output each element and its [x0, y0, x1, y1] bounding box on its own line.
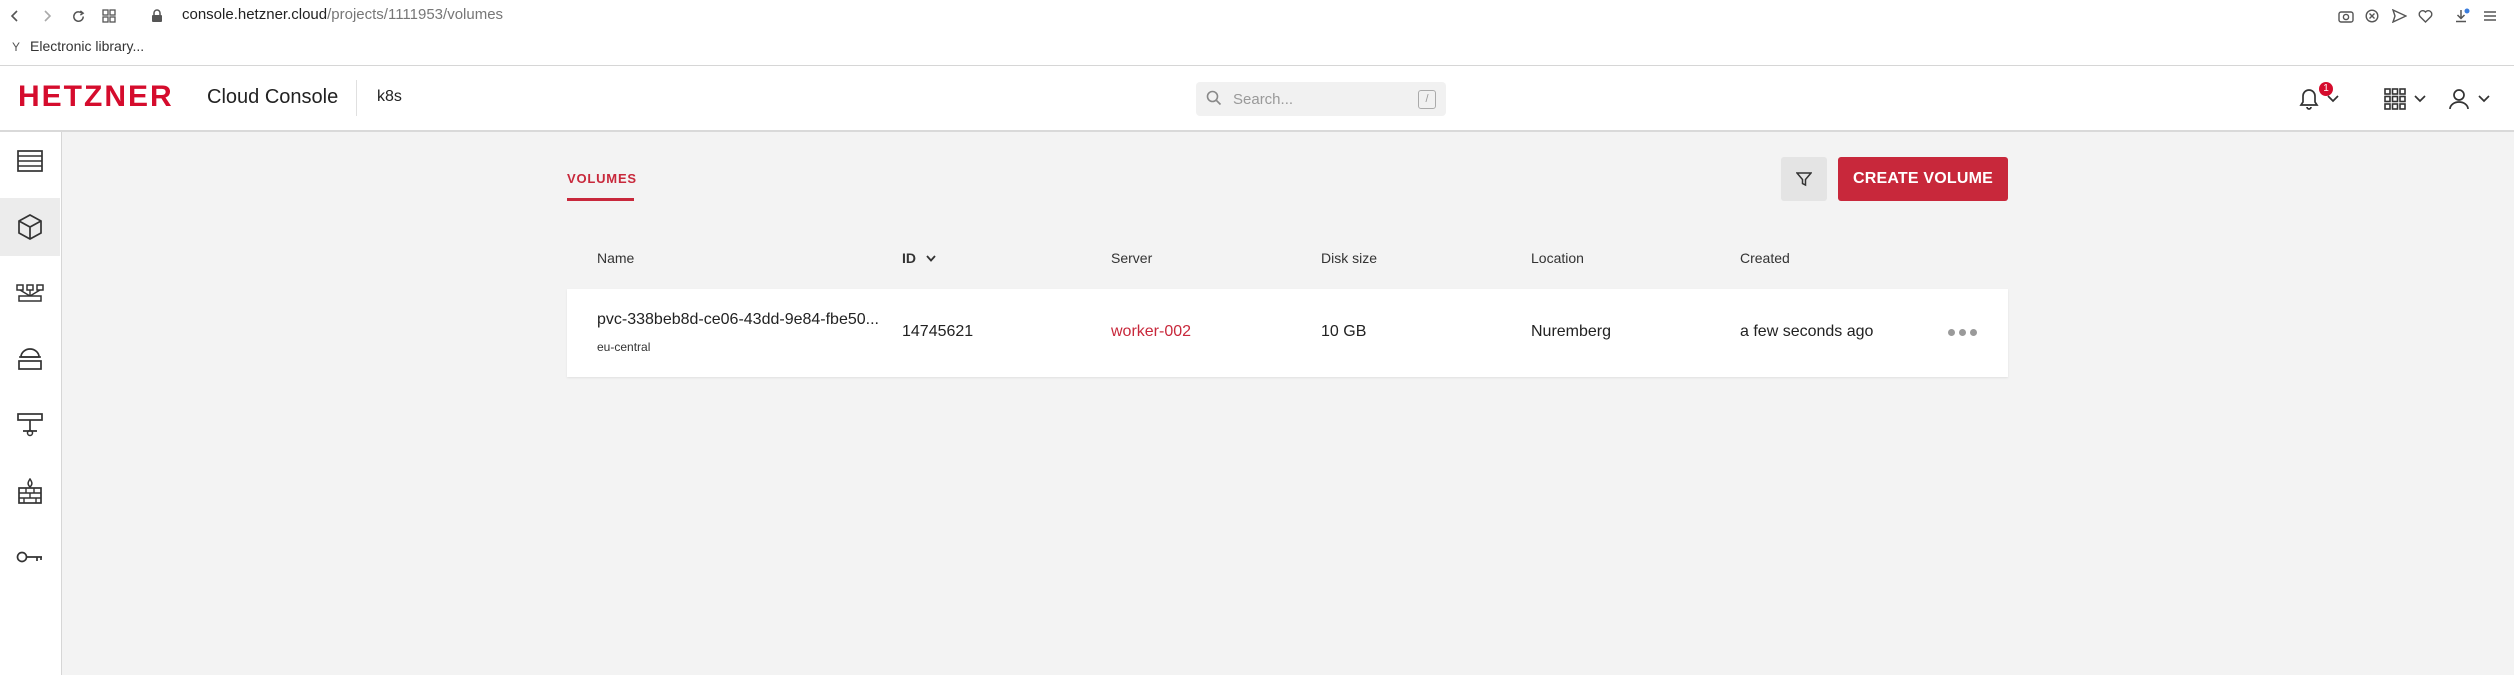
sidebar-item-security[interactable]	[0, 528, 60, 586]
app-header: HETZNER Cloud Console k8s Search... / 1	[0, 66, 2514, 132]
floating-ip-icon	[18, 348, 42, 370]
more-dot-icon	[1948, 329, 1955, 336]
search-shortcut: /	[1418, 90, 1436, 109]
browser-toolbar: console.hetzner.cloud/projects/1111953/v…	[0, 0, 2514, 66]
filter-icon	[1796, 172, 1812, 187]
chevron-down-icon	[2478, 95, 2490, 103]
servers-icon	[17, 150, 43, 172]
more-dot-icon	[1970, 329, 1977, 336]
more-dot-icon	[1959, 329, 1966, 336]
forward-button[interactable]	[36, 5, 58, 27]
volume-disk-size: 10 GB	[1321, 323, 1367, 340]
send-icon[interactable]	[2388, 5, 2410, 27]
column-header-server[interactable]: Server	[1111, 250, 1152, 266]
column-header-id[interactable]: ID	[902, 250, 936, 266]
column-header-location[interactable]: Location	[1531, 250, 1584, 266]
header-divider	[356, 80, 357, 116]
url-host: console.hetzner.cloud	[182, 6, 328, 23]
volume-name[interactable]: pvc-338beb8d-ce06-43dd-9e84-fbe50...	[597, 311, 879, 329]
sidebar-item-firewalls[interactable]	[0, 462, 60, 520]
volume-region: eu-central	[597, 340, 651, 354]
grid-icon	[102, 9, 116, 23]
column-header-id-label: ID	[902, 250, 916, 266]
chevron-down-icon	[2327, 95, 2339, 103]
column-header-disk-size[interactable]: Disk size	[1321, 250, 1377, 266]
volume-created: a few seconds ago	[1740, 323, 1874, 340]
notification-badge: 1	[2319, 82, 2333, 96]
sidebar-item-load-balancers[interactable]	[0, 264, 60, 322]
sidebar-item-floating-ips[interactable]	[0, 330, 60, 388]
volume-id: 14745621	[902, 323, 974, 340]
forward-arrow-icon	[44, 10, 52, 22]
search-input[interactable]: Search... /	[1196, 82, 1446, 116]
sidebar-item-servers[interactable]	[0, 132, 60, 190]
camera-icon[interactable]	[2335, 5, 2357, 27]
volume-server-link[interactable]: worker-002	[1111, 323, 1191, 341]
bookmark-favicon-icon: Y	[12, 40, 21, 54]
apps-button[interactable]	[2384, 84, 2426, 114]
project-name[interactable]: k8s	[377, 88, 402, 106]
firewall-icon	[18, 478, 42, 504]
user-icon	[2449, 89, 2469, 110]
row-actions-button[interactable]	[1948, 329, 1977, 336]
tabs-grid-button[interactable]	[98, 5, 120, 27]
tab-active-indicator	[567, 198, 634, 201]
heart-icon[interactable]	[2414, 5, 2436, 27]
bookmark-label: Electronic library...	[30, 38, 145, 54]
column-header-name[interactable]: Name	[597, 250, 634, 266]
column-header-created[interactable]: Created	[1740, 250, 1790, 266]
load-balancer-icon	[16, 284, 44, 302]
sidebar-item-networks[interactable]	[0, 396, 60, 454]
hetzner-logo[interactable]: HETZNER	[18, 80, 174, 114]
sidebar	[0, 132, 62, 675]
lock-icon	[146, 5, 168, 27]
network-icon	[17, 413, 43, 437]
sidebar-item-volumes[interactable]	[0, 198, 60, 256]
back-arrow-icon	[10, 10, 18, 22]
search-placeholder: Search...	[1233, 91, 1294, 108]
chevron-down-icon	[2414, 95, 2426, 103]
tab-volumes[interactable]: VOLUMES	[567, 171, 637, 186]
key-icon	[16, 551, 42, 563]
block-icon[interactable]	[2361, 5, 2383, 27]
apps-grid-icon	[2384, 88, 2406, 110]
bookmark-item[interactable]: Y Electronic library...	[12, 38, 144, 54]
filter-button[interactable]	[1781, 157, 1827, 201]
sort-chevron-down-icon	[926, 254, 936, 262]
download-icon[interactable]	[2451, 5, 2473, 27]
url-path: /projects/1111953/volumes	[327, 6, 504, 23]
cube-icon	[18, 214, 42, 240]
menu-icon[interactable]	[2479, 5, 2501, 27]
account-button[interactable]	[2448, 84, 2490, 114]
bell-icon	[2299, 89, 2319, 110]
reload-button[interactable]	[67, 5, 89, 27]
volume-location: Nuremberg	[1531, 323, 1612, 340]
address-bar[interactable]: console.hetzner.cloud/projects/1111953/v…	[182, 6, 503, 23]
console-title[interactable]: Cloud Console	[207, 86, 338, 109]
search-icon	[1206, 90, 1222, 111]
create-volume-button[interactable]: CREATE VOLUME	[1838, 157, 2008, 201]
reload-icon	[72, 9, 84, 22]
back-button[interactable]	[4, 5, 26, 27]
